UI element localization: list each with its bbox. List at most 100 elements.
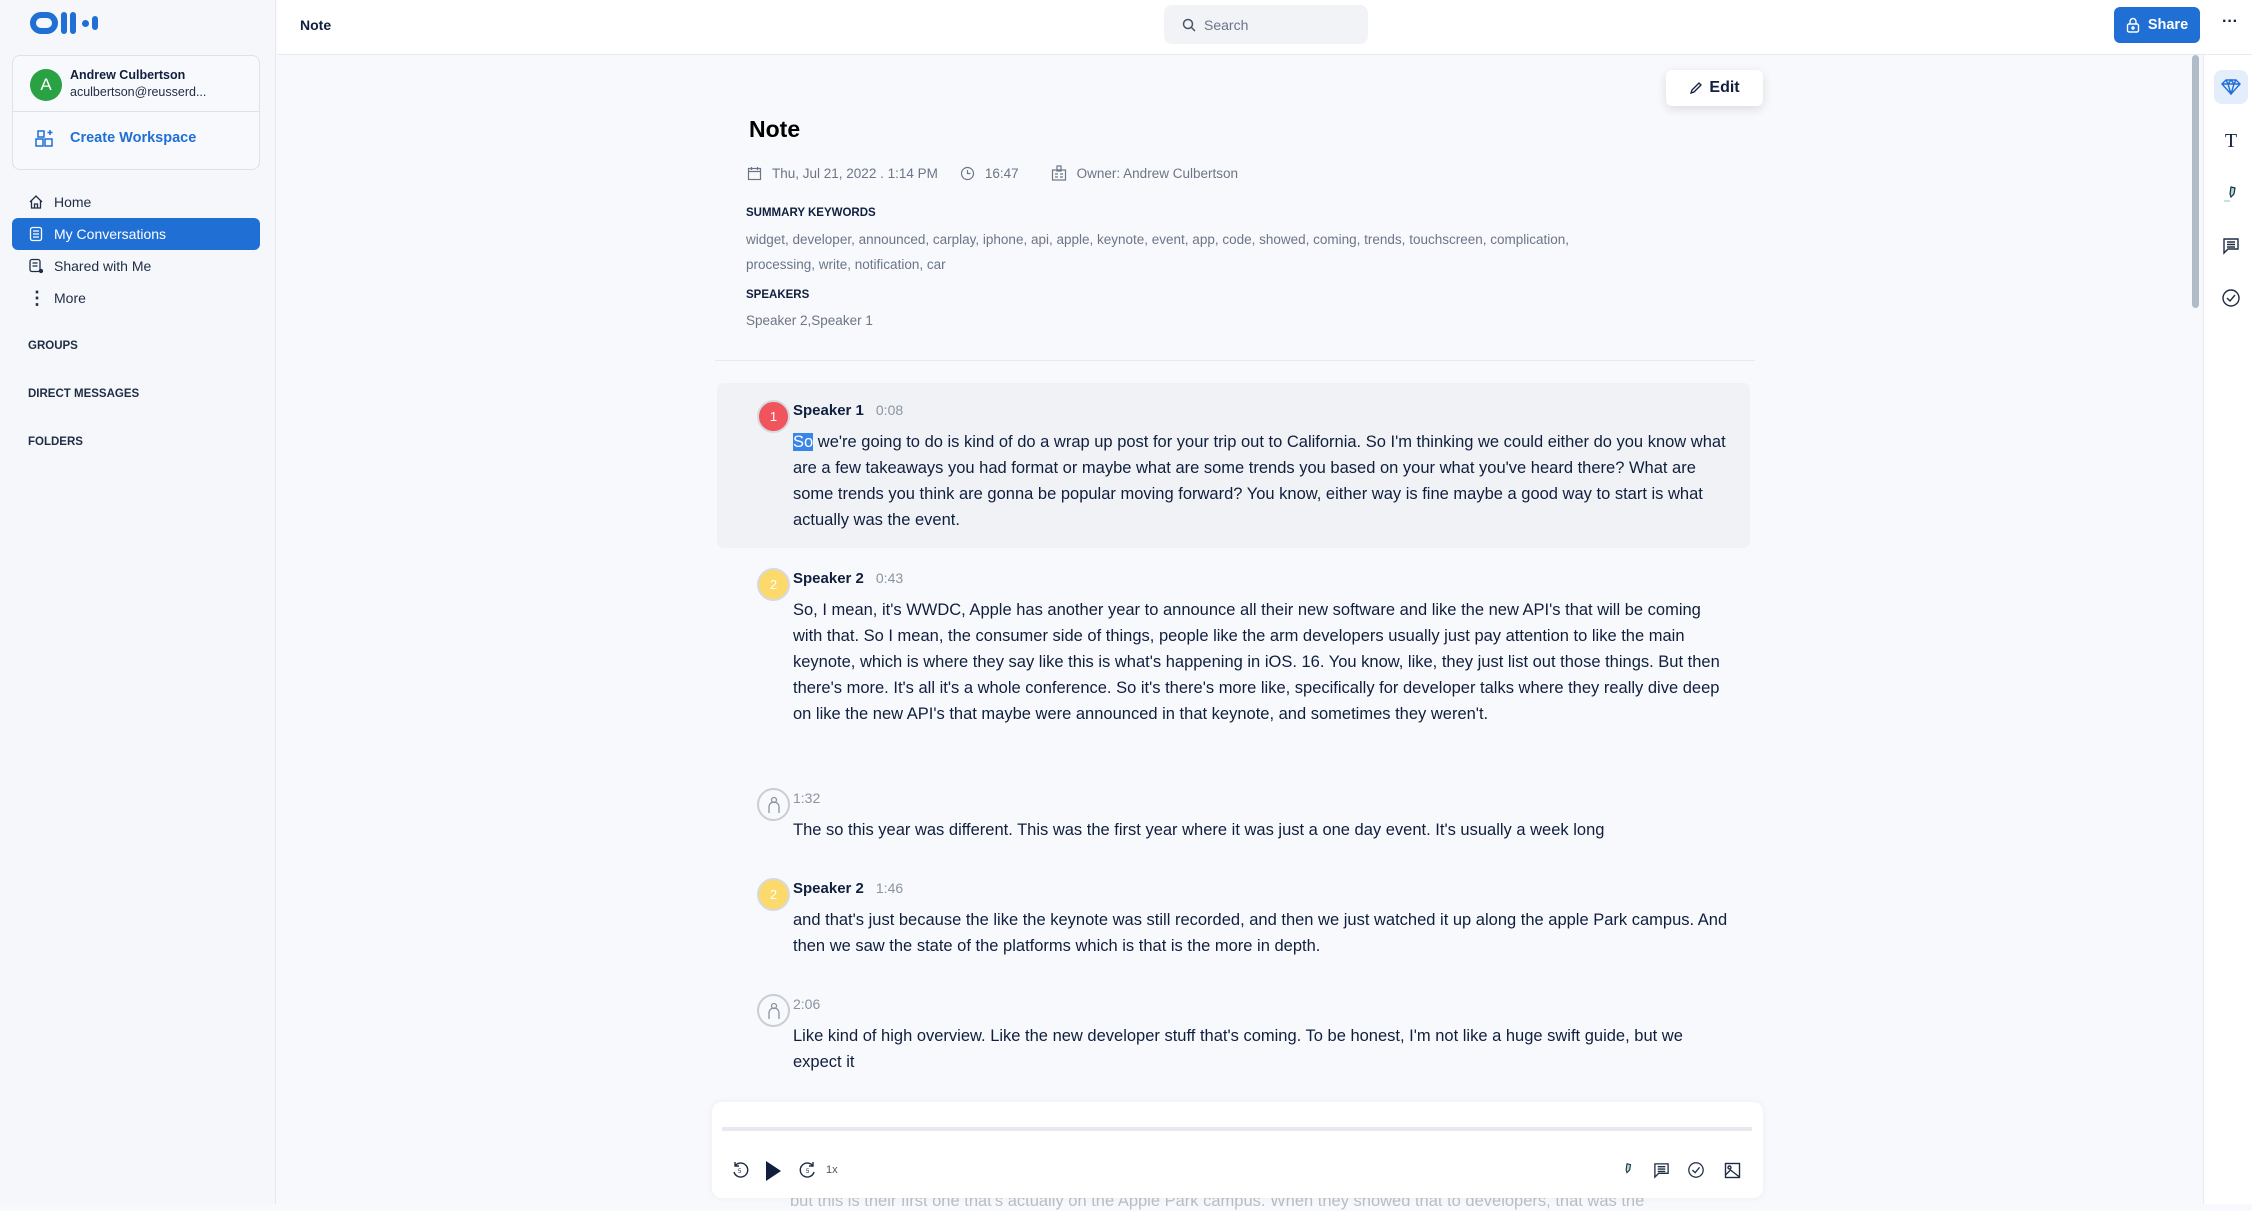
speaker-name[interactable]: 2:06 [793, 996, 820, 1013]
selected-word: So [793, 433, 814, 451]
top-bar: Note Search Share ··· [277, 0, 2252, 55]
speaker-avatar[interactable]: 1 [757, 400, 790, 433]
timestamp[interactable]: 1:32 [793, 790, 820, 806]
speaker-name[interactable]: Speaker 2 1:46 [793, 880, 903, 897]
note-duration: 16:47 [984, 165, 1019, 181]
divider [715, 360, 1755, 361]
speaker-label: Speaker 1 [793, 402, 864, 419]
playback-progress-bar[interactable] [722, 1127, 1752, 1131]
transcript-segment[interactable]: 2 Speaker 2 1:46 and that's just because … [717, 861, 1750, 976]
nav-label: Shared with Me [54, 258, 152, 274]
highlight-button[interactable] [2214, 177, 2248, 211]
clock-icon [960, 166, 974, 180]
edit-button[interactable]: Edit [1666, 70, 1763, 106]
action-items-button[interactable] [2214, 281, 2248, 315]
forward-5-button[interactable]: 5 [796, 1158, 820, 1182]
search-icon [1182, 18, 1196, 32]
segment-text[interactable]: So we're going to do is kind of do a wra… [793, 429, 1733, 533]
playback-speed-button[interactable]: 1x [826, 1158, 838, 1182]
timestamp[interactable]: 0:08 [876, 402, 903, 418]
sidebar-item-my-conversations[interactable]: My Conversations [12, 218, 260, 250]
sidebar-nav: Home My Conversations Shared with Me ⋮ M… [12, 186, 260, 314]
comment-icon [1653, 1162, 1669, 1179]
segment-text[interactable]: So, I mean, it's WWDC, Apple has another… [793, 597, 1733, 727]
highlighter-icon [1625, 1163, 1632, 1174]
unknown-speaker-avatar[interactable] [757, 994, 790, 1027]
search-placeholder: Search [1204, 16, 1249, 33]
sidebar: A Andrew Culbertson aculbertson@reusserd… [0, 0, 276, 1204]
otter-logo[interactable] [30, 12, 98, 34]
pencil-icon [1690, 82, 1703, 95]
segment-text[interactable]: and that's just because the like the key… [793, 907, 1733, 959]
highlighter-icon [2224, 186, 2236, 202]
person-icon [767, 796, 780, 813]
unknown-speaker-avatar[interactable] [757, 788, 790, 821]
check-circle-icon [2222, 289, 2240, 307]
segment-text[interactable]: The so this year was different. This was… [793, 817, 1733, 843]
note-title[interactable]: Note [749, 116, 800, 143]
speaker-name[interactable]: Speaker 1 0:08 [793, 402, 903, 419]
timestamp[interactable]: 0:43 [876, 570, 903, 586]
segment-text-body: we're going to do is kind of do a wrap u… [793, 433, 1726, 529]
note-meta: Thu, Jul 21, 2022 . 1:14 PM 16:47 Owner:… [747, 165, 1238, 181]
transcript-segment[interactable]: 2 Speaker 2 0:43 So, I mean, it's WWDC, A… [717, 551, 1750, 771]
speaker-name[interactable]: Speaker 2 0:43 [793, 570, 903, 587]
speakers-list: Speaker 2,Speaker 1 [746, 313, 873, 328]
svg-text:5: 5 [806, 1169, 810, 1175]
transcript-segment[interactable]: 1:32 The so this year was different. Thi… [717, 771, 1750, 861]
audio-player: 5 5 1x [712, 1102, 1763, 1198]
page-title: Note [300, 17, 332, 33]
comment-button[interactable] [2214, 229, 2248, 263]
player-comment-button[interactable] [1649, 1158, 1673, 1182]
workspace-icon [35, 130, 53, 147]
speaker-label: Speaker 2 [793, 570, 864, 587]
speaker-avatar[interactable]: 2 [757, 568, 790, 601]
speaker-avatar[interactable]: 2 [757, 878, 790, 911]
forward-icon: 5 [799, 1162, 815, 1178]
sidebar-item-shared-with-me[interactable]: Shared with Me [12, 250, 260, 282]
speakers-heading: SPEAKERS [746, 289, 810, 301]
account-switcher[interactable]: A Andrew Culbertson aculbertson@reusserd… [13, 56, 259, 112]
summary-keywords: widget, developer, announced, carplay, i… [746, 227, 1746, 277]
account-name: Andrew Culbertson [70, 68, 186, 82]
nav-label: My Conversations [54, 226, 167, 242]
keywords-line: widget, developer, announced, carplay, i… [746, 232, 1570, 247]
segment-text[interactable]: Like kind of high overview. Like the new… [793, 1023, 1733, 1075]
share-button[interactable]: Share [2114, 7, 2200, 43]
summary-keywords-heading: SUMMARY KEYWORDS [746, 207, 876, 219]
nav-label: Home [54, 194, 92, 210]
player-action-item-button[interactable] [1684, 1158, 1708, 1182]
create-workspace-button[interactable]: Create Workspace [35, 129, 196, 147]
transcript-segment[interactable]: 2:06 Like kind of high overview. Like th… [717, 977, 1750, 1092]
speaker-name[interactable]: 1:32 [793, 790, 820, 807]
direct-messages-heading[interactable]: DIRECT MESSAGES [28, 388, 139, 400]
note-date: Thu, Jul 21, 2022 . 1:14 PM [772, 165, 938, 181]
rewind-icon: 5 [733, 1162, 749, 1178]
scrollbar[interactable] [2192, 55, 2199, 308]
right-toolbar: T [2203, 55, 2252, 1204]
play-button[interactable] [760, 1158, 786, 1184]
more-options-button[interactable]: ··· [2222, 13, 2238, 31]
timestamp[interactable]: 1:46 [876, 880, 903, 896]
check-circle-icon [1688, 1162, 1704, 1178]
image-icon [1724, 1162, 1740, 1178]
groups-heading[interactable]: GROUPS [28, 340, 78, 352]
account-email: aculbertson@reusserd... [70, 85, 207, 99]
rewind-5-button[interactable]: 5 [728, 1158, 752, 1182]
folders-heading[interactable]: FOLDERS [28, 436, 83, 448]
sidebar-item-more[interactable]: ⋮ More [12, 282, 260, 314]
search-input[interactable]: Search [1164, 5, 1368, 44]
speaker-label: Speaker 2 [793, 880, 864, 897]
keywords-line: processing, write, notification, car [746, 257, 946, 272]
comment-icon [2223, 238, 2239, 255]
text-format-button[interactable]: T [2214, 124, 2248, 158]
insights-button[interactable] [2214, 70, 2248, 104]
player-image-button[interactable] [1720, 1158, 1744, 1182]
sidebar-item-home[interactable]: Home [12, 186, 260, 218]
transcript-segment[interactable]: 1 Speaker 1 0:08 So we're going to do is … [717, 383, 1750, 548]
account-card: A Andrew Culbertson aculbertson@reusserd… [12, 55, 260, 170]
lock-icon [2126, 17, 2140, 33]
player-highlight-button[interactable] [1615, 1158, 1639, 1182]
timestamp[interactable]: 2:06 [793, 996, 820, 1012]
owner-icon [1051, 165, 1066, 181]
